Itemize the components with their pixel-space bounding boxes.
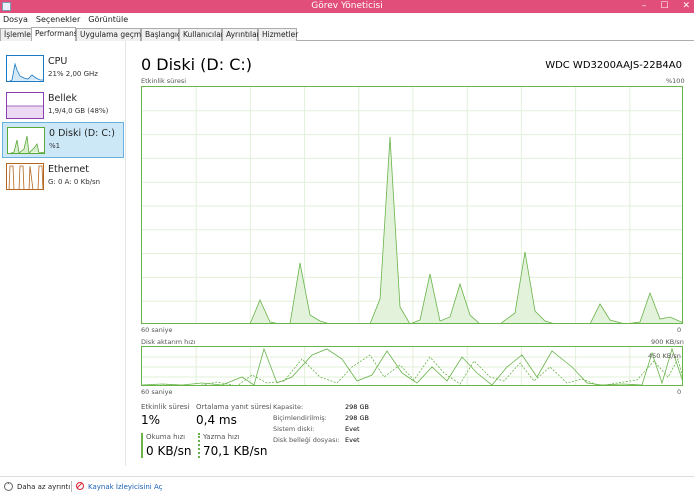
activity-graph-min: 0 <box>677 326 682 334</box>
disk-thumbnail <box>7 127 45 154</box>
activity-graph-label: Etkinlik süresi <box>141 77 187 85</box>
fewer-details-link[interactable]: Daha az ayrıntı <box>17 483 70 491</box>
tab-app-history[interactable]: Uygulama geçmişi <box>76 28 149 41</box>
sidebar-item-ethernet[interactable]: Ethernet G: 0 A: 0 Kb/sn <box>2 159 124 195</box>
sidebar-item-memory[interactable]: Bellek 1,9/4,0 GB (48%) <box>2 88 124 124</box>
maximize-button[interactable]: ☐ <box>660 0 668 13</box>
menu-view[interactable]: Görüntüle <box>88 13 128 26</box>
activity-stat-value: 1% <box>141 413 161 427</box>
pagefile-label: Disk belleği dosyası: <box>273 436 340 444</box>
system-disk-label: Sistem diski: <box>273 425 315 433</box>
formatted-value: 298 GB <box>345 414 369 422</box>
system-disk-value: Evet <box>345 425 360 433</box>
transfer-graph-max: 900 KB/sn <box>651 338 684 346</box>
transfer-graph <box>141 346 683 386</box>
tab-startup[interactable]: Başlangıç <box>141 28 181 41</box>
formatted-label: Biçimlendirilmiş: <box>273 414 327 422</box>
menu-file[interactable]: Dosya <box>3 13 28 26</box>
tab-processes[interactable]: İşlemler <box>0 28 34 41</box>
sidebar-item-detail: G: 0 A: 0 Kb/sn <box>48 178 101 186</box>
write-legend-line <box>198 433 200 458</box>
open-resource-monitor-link[interactable]: Kaynak İzleyicisini Aç <box>88 483 163 491</box>
transfer-graph-label: Disk aktarım hızı <box>141 338 196 346</box>
sidebar-item-detail: 1,9/4,0 GB (48%) <box>48 107 109 115</box>
transfer-graph-plot <box>142 347 682 385</box>
page-title: 0 Diski (D: C:) <box>141 55 253 74</box>
cpu-thumbnail <box>6 55 44 82</box>
activity-stat-label: Etkinlik süresi <box>141 403 190 411</box>
response-stat-label: Ortalama yanıt süresi <box>196 403 272 411</box>
response-stat-value: 0,4 ms <box>196 413 237 427</box>
capacity-value: 298 GB <box>345 403 369 411</box>
tab-details[interactable]: Ayrıntılar <box>222 28 260 41</box>
tab-services[interactable]: Hizmetler <box>258 28 298 41</box>
write-stat-label: Yazma hızı <box>203 433 240 441</box>
minimize-button[interactable]: – <box>642 0 647 13</box>
read-stat-label: Okuma hızı <box>146 433 186 441</box>
sidebar-item-disk[interactable]: 0 Diski (D: C:) %1 <box>2 122 124 158</box>
sidebar-item-label: Ethernet <box>48 164 89 175</box>
activity-graph-max: %100 <box>666 77 685 85</box>
memory-thumbnail <box>6 92 44 119</box>
tab-performance[interactable]: Performans <box>31 27 78 41</box>
window-title: Görev Yöneticisi <box>311 1 383 11</box>
read-legend-line <box>141 433 143 458</box>
footer: ˄ Daha az ayrıntı Kaynak İzleyicisini Aç <box>0 476 694 497</box>
sidebar-item-label: CPU <box>48 56 68 67</box>
transfer-graph-time: 60 saniye <box>141 388 173 396</box>
close-button[interactable]: ✕ <box>682 0 690 13</box>
device-model: WDC WD3200AAJS-22B4A0 <box>545 60 682 71</box>
activity-graph-plot <box>142 87 682 323</box>
sidebar-item-label: Bellek <box>48 93 77 104</box>
activity-graph <box>141 86 683 324</box>
title-bar: Görev Yöneticisi – ☐ ✕ <box>0 0 694 13</box>
activity-graph-time: 60 saniye <box>141 326 173 334</box>
capacity-label: Kapasite: <box>273 403 304 411</box>
sidebar: CPU 21% 2,00 GHz Bellek 1,9/4,0 GB (48%)… <box>0 41 126 466</box>
write-stat-value: 70,1 KB/sn <box>203 444 268 458</box>
tab-bar: İşlemler Performans Uygulama geçmişi Baş… <box>0 27 694 41</box>
transfer-graph-min: 0 <box>677 388 682 396</box>
sidebar-item-detail: 21% 2,00 GHz <box>48 70 98 78</box>
tab-users[interactable]: Kullanıcılar <box>179 28 224 41</box>
footer-divider <box>71 481 72 492</box>
transfer-graph-mid: 450 KB/sn <box>648 352 681 360</box>
pagefile-value: Evet <box>345 436 360 444</box>
resource-monitor-icon <box>76 482 84 490</box>
menu-bar: Dosya Seçenekler Görüntüle <box>0 13 694 26</box>
read-stat-value: 0 KB/sn <box>146 444 192 458</box>
sidebar-item-detail: %1 <box>49 142 61 150</box>
ethernet-thumbnail <box>6 163 44 190</box>
sidebar-item-cpu[interactable]: CPU 21% 2,00 GHz <box>2 51 124 87</box>
sidebar-item-label: 0 Diski (D: C:) <box>49 128 115 139</box>
chevron-up-icon[interactable]: ˄ <box>4 482 13 491</box>
menu-options[interactable]: Seçenekler <box>36 13 80 26</box>
